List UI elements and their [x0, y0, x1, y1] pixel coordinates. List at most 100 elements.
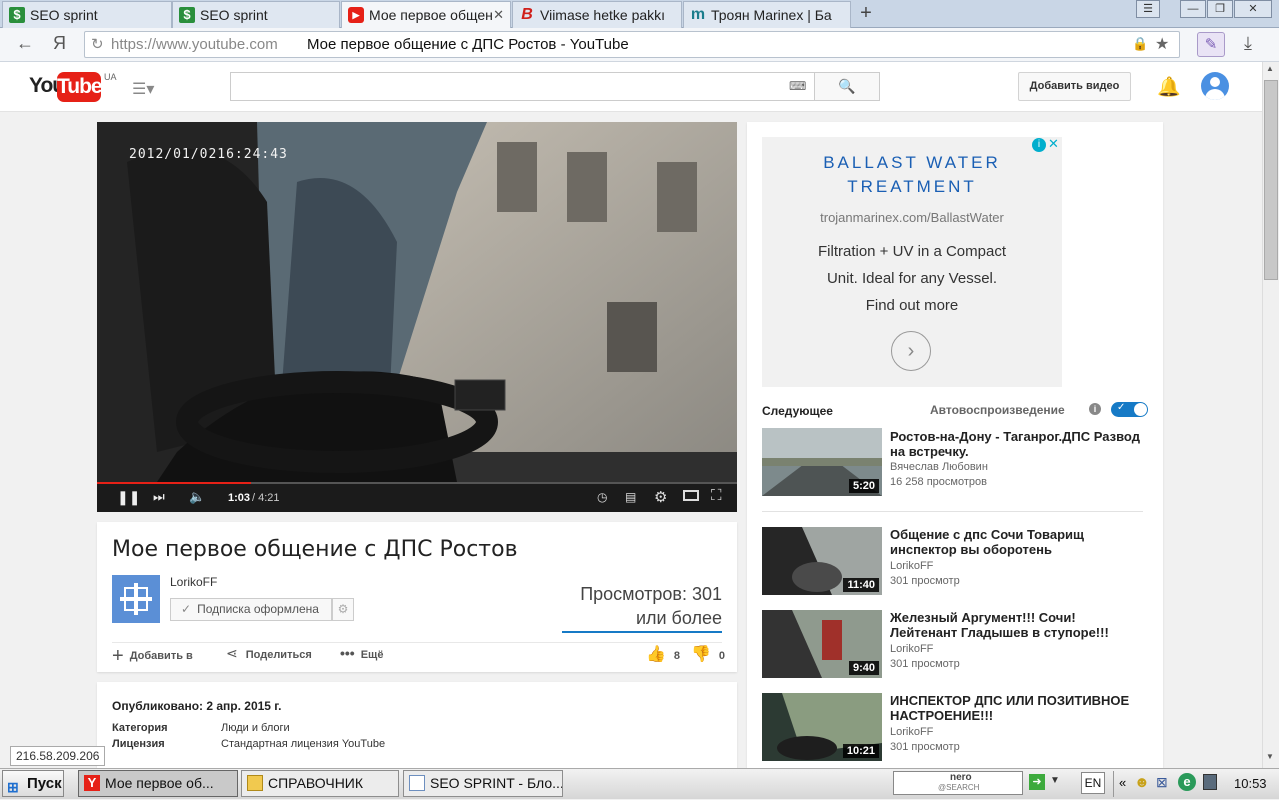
taskbar-item-folder[interactable]: СПРАВОЧНИК — [241, 770, 399, 797]
scrollbar-thumb[interactable] — [1264, 80, 1278, 280]
start-button[interactable]: ⊞ Пуск — [2, 770, 64, 797]
rec-title[interactable]: Ростов-на-Дону - Таганрог.ДПС Развод на в… — [890, 429, 1140, 459]
ad-banner[interactable]: BALLAST WATER TREATMENT trojanmarinex.co… — [762, 136, 1062, 387]
category-value[interactable]: Люди и блоги — [221, 722, 290, 734]
time-current: 1:03 — [228, 492, 251, 504]
system-tray: « ☻ ⊠ e 10:53 — [1113, 771, 1279, 797]
keyboard-icon[interactable]: ⌨ — [789, 79, 806, 93]
volume-icon[interactable]: 🔈 — [189, 489, 205, 505]
tray-user-icon[interactable]: ☻ — [1134, 774, 1150, 791]
rec-title[interactable]: ИНСПЕКТОР ДПС ИЛИ ПОЗИТИВНОЕ НАСТРОЕНИЕ!!… — [890, 693, 1129, 723]
share-button[interactable]: ⋖ Поделиться — [226, 645, 312, 662]
channel-name[interactable]: LorikoFF — [170, 575, 217, 589]
dislike-button[interactable]: 👎 0 — [691, 644, 725, 664]
tab-label: Viimase hetke pakkı — [540, 7, 666, 23]
tray-monitor-icon[interactable] — [1203, 774, 1217, 790]
rec-thumbnail[interactable]: 11:40 — [762, 527, 882, 595]
theater-mode-icon[interactable] — [683, 490, 699, 501]
browser-tab-4[interactable]: B Viimase hetke pakkı — [512, 1, 682, 28]
nero-search-field[interactable]: nero @SEARCH — [893, 771, 1023, 795]
settings-gear-icon[interactable]: ⚙ — [654, 488, 667, 506]
youtube-logo-tube[interactable]: Tube — [57, 72, 103, 102]
avatar[interactable] — [1201, 72, 1229, 100]
new-tab-button[interactable]: + — [852, 2, 880, 26]
ad-close-icon[interactable]: ✕ — [1048, 136, 1059, 152]
rec-title-line: НАСТРОЕНИЕ!!! — [890, 708, 994, 723]
dropdown-icon[interactable]: ▼ — [1050, 775, 1060, 786]
video-player[interactable]: 2012/01/0216:24:43 — [97, 122, 737, 512]
rec-channel[interactable]: LorikoFF — [890, 559, 933, 574]
category-label: Категория — [112, 722, 168, 734]
channel-avatar[interactable] — [112, 575, 160, 623]
taskbar-item-seo[interactable]: SEO SPRINT - Бло... — [403, 770, 563, 797]
watch-later-icon[interactable]: ◷ — [597, 490, 607, 504]
tray-network-icon[interactable]: ⊠ — [1156, 774, 1168, 791]
browser-tab-1[interactable]: $ SEO sprint — [2, 1, 172, 28]
ad-info-icon[interactable]: i — [1032, 138, 1046, 152]
reload-icon[interactable]: ↻ — [91, 35, 104, 53]
plus-icon: + — [112, 645, 124, 667]
search-input[interactable]: ⌨ — [230, 72, 815, 101]
rec-channel[interactable]: LorikoFF — [890, 725, 933, 740]
feather-extension-icon[interactable]: ✎ — [1197, 32, 1225, 57]
address-bar[interactable]: ↻ https://www.youtube.com Мое первое общ… — [84, 31, 1180, 58]
share-label: Поделиться — [245, 649, 312, 661]
clock[interactable]: 10:53 — [1234, 776, 1267, 791]
minimize-icon[interactable]: — — [1180, 0, 1206, 18]
go-arrow-icon[interactable]: ➜ — [1029, 774, 1045, 790]
dislike-count: 0 — [718, 650, 726, 662]
next-icon[interactable]: ⏭ — [153, 489, 165, 505]
check-icon: ✓ — [181, 602, 192, 616]
close-window-icon[interactable]: ✕ — [1234, 0, 1272, 18]
toggle-check-icon: ✓ — [1117, 402, 1126, 413]
rec-channel[interactable]: LorikoFF — [890, 642, 933, 657]
add-to-button[interactable]: + Добавить в — [112, 645, 193, 668]
browser-tab-5[interactable]: m Троян Marinex | Ба — [683, 1, 851, 28]
yandex-logo-icon[interactable]: Я — [53, 33, 66, 54]
autoplay-info-icon[interactable]: i — [1089, 403, 1101, 415]
bookmark-star-icon[interactable]: ★ — [1155, 34, 1169, 54]
ad-line-2: Unit. Ideal for any Vessel. — [826, 270, 998, 287]
subtitles-icon[interactable]: ▤ — [625, 490, 636, 504]
guide-menu-icon[interactable]: ☰▾ — [132, 79, 154, 99]
restore-icon[interactable]: ❐ — [1207, 0, 1233, 18]
tab-label: Троян Marinex | Ба — [711, 7, 832, 23]
language-indicator[interactable]: EN — [1081, 772, 1105, 794]
downloads-icon[interactable]: ⤓ — [1244, 33, 1252, 54]
like-button[interactable]: 👍 8 — [646, 644, 680, 664]
toggle-knob — [1134, 403, 1147, 416]
ad-arrow-icon[interactable]: › — [891, 331, 931, 371]
video-timestamp-overlay: 2012/01/0216:24:43 — [129, 147, 288, 162]
search-button[interactable]: 🔍 — [814, 72, 880, 101]
tray-expand-icon[interactable]: « — [1119, 775, 1126, 790]
license-label: Лицензия — [112, 738, 165, 750]
rec-title[interactable]: Общение с дпс Сочи Товарищ инспектор вы о… — [890, 527, 1084, 557]
fullscreen-icon[interactable]: ⛶ — [711, 487, 722, 504]
rec-channel[interactable]: Вячеслав Любовин — [890, 460, 988, 475]
thumbs-up-icon: 👍 — [646, 646, 666, 663]
pause-icon[interactable]: ❚❚ — [117, 489, 140, 506]
autoplay-toggle[interactable]: ✓ — [1111, 402, 1148, 417]
browser-menu-icon[interactable]: ☰ — [1136, 0, 1160, 18]
close-tab-icon[interactable]: ✕ — [493, 7, 504, 23]
rec-thumbnail[interactable]: 9:40 — [762, 610, 882, 678]
browser-tab-2[interactable]: $ SEO sprint — [172, 1, 340, 28]
scroll-up-icon[interactable]: ▲ — [1266, 64, 1274, 73]
rec-title[interactable]: Железный Аргумент!!! Сочи! Лейтенант Глад… — [890, 610, 1109, 640]
tray-e-icon[interactable]: e — [1178, 773, 1196, 791]
rec-title-line: на встречку. — [890, 444, 969, 459]
ad-url[interactable]: trojanmarinex.com/BallastWater — [762, 210, 1062, 225]
scroll-down-icon[interactable]: ▼ — [1266, 752, 1274, 761]
subscribed-button[interactable]: ✓ Подписка оформлена — [170, 598, 332, 621]
more-dots-icon: ••• — [340, 645, 355, 661]
rec-thumbnail[interactable]: 10:21 — [762, 693, 882, 761]
rec-thumbnail[interactable]: 5:20 — [762, 428, 882, 496]
bell-icon[interactable]: 🔔 — [1157, 75, 1181, 99]
more-button[interactable]: ••• Ещё — [340, 645, 383, 661]
browser-tab-3-active[interactable]: ▶ Мое первое общен ✕ — [341, 1, 511, 28]
back-arrow-icon[interactable]: ← — [16, 33, 34, 54]
taskbar-item-browser[interactable]: Y Мое первое об... — [78, 770, 238, 797]
url-page-title: Мое первое общение с ДПС Ростов - YouTub… — [307, 36, 629, 53]
upload-button[interactable]: Добавить видео — [1018, 72, 1131, 101]
subscription-settings-icon[interactable]: ⚙ — [332, 598, 354, 621]
